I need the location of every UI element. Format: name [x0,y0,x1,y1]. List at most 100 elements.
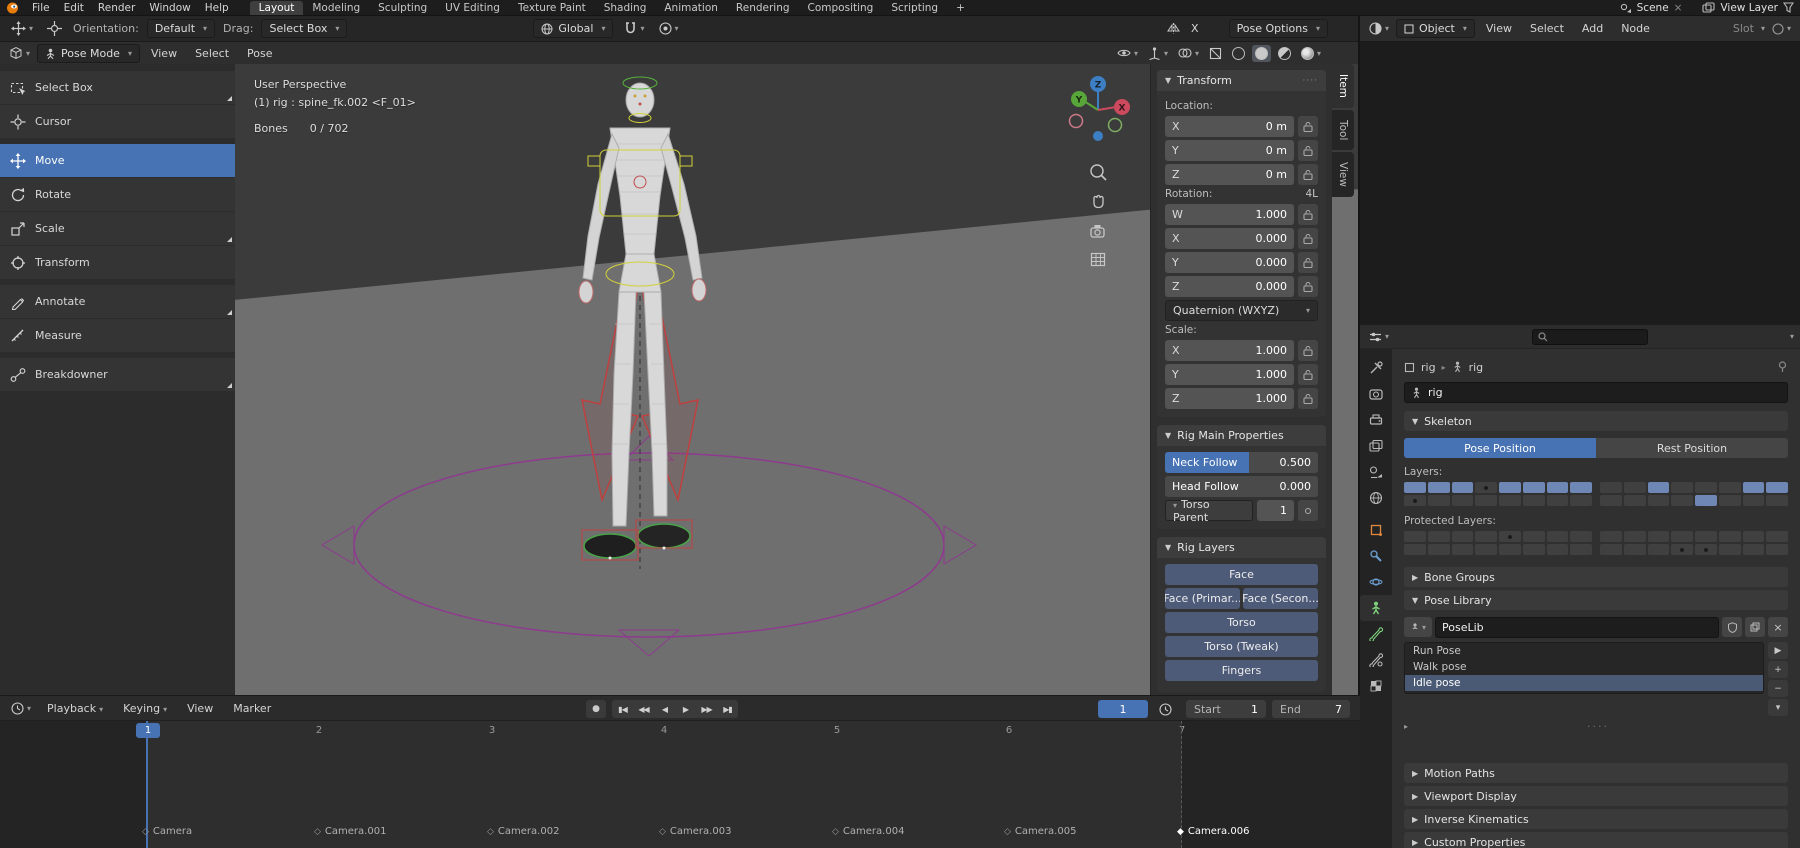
shader-pin-sphere-icon[interactable]: ▾ [1769,19,1794,38]
layer-toggle[interactable] [1404,544,1426,555]
layer-toggle[interactable] [1695,482,1717,493]
tool-move[interactable]: Move [0,144,235,177]
zoom-gizmo-icon[interactable] [1088,162,1110,184]
workspace-tab-uv-editing[interactable]: UV Editing [436,1,509,15]
sidebar-tab-view[interactable]: View [1332,152,1354,198]
viewport-display-panel-header[interactable]: ▶ Viewport Display [1404,786,1788,806]
rest-position-button[interactable]: Rest Position [1596,438,1788,458]
layer-toggle[interactable] [1623,544,1646,555]
workspace-tab-sculpting[interactable]: Sculpting [369,1,436,15]
navigation-gizmo[interactable]: Z Y X [1058,70,1138,150]
mirror-x-label[interactable]: X [1191,22,1199,35]
shading-solid-button[interactable] [1251,44,1271,62]
bone-groups-panel-header[interactable]: ▶ Bone Groups [1404,567,1788,587]
layer-toggle[interactable] [1570,544,1592,555]
layer-toggle[interactable] [1522,531,1545,542]
tab-output-icon[interactable] [1360,407,1392,433]
layer-toggle[interactable] [1766,544,1788,555]
shader-menu-select[interactable]: Select [1523,22,1571,35]
properties-search-input[interactable] [1531,328,1648,345]
auto-keying-record-button[interactable]: ● [586,700,606,718]
layer-toggle[interactable] [1600,495,1622,506]
breadcrumb-data[interactable]: rig [1469,361,1484,374]
tab-modifiers-icon[interactable] [1360,543,1392,569]
rig-layer-face-button[interactable]: Face [1165,564,1318,585]
layer-toggle[interactable] [1718,531,1741,542]
workspace-tab-layout[interactable]: Layout [249,0,304,15]
layer-toggle[interactable] [1546,495,1569,506]
lock-icon[interactable] [1298,116,1318,137]
shading-material-button[interactable] [1275,45,1294,62]
layer-toggle[interactable] [1570,482,1592,493]
shading-wireframe-button[interactable] [1229,45,1248,62]
layer-toggle[interactable] [1695,531,1717,542]
current-frame-tag[interactable]: 1 [136,723,160,738]
timeline-menu-keying[interactable]: Keying ▾ [116,702,174,715]
tab-object-data-armature-icon[interactable] [1360,595,1392,621]
layer-toggle[interactable] [1522,544,1545,555]
rotation-mode-dropdown[interactable]: Quaternion (WXYZ) ▾ [1165,300,1318,321]
lock-icon[interactable] [1298,140,1318,161]
panel-grip[interactable]: ···· [1303,76,1318,86]
scale-z-field[interactable]: Z 1.000 [1165,388,1294,409]
layer-toggle[interactable] [1427,531,1450,542]
layer-toggle[interactable] [1451,482,1474,493]
layer-toggle[interactable] [1647,544,1670,555]
tool-transform[interactable]: Transform [0,246,235,279]
location-x-field[interactable]: X0 m [1165,116,1294,137]
layer-toggle[interactable] [1623,495,1646,506]
layer-toggle[interactable] [1499,482,1521,493]
timeline-marker-selected[interactable]: ◆ Camera.006 [1177,826,1249,837]
layer-toggle[interactable] [1570,495,1592,506]
timeline-marker[interactable]: ◇ Camera.002 [487,826,559,837]
workspace-tab-animation[interactable]: Animation [655,1,727,15]
shader-menu-view[interactable]: View [1479,22,1519,35]
tool-scale[interactable]: Scale [0,212,235,245]
timeline-track-area[interactable]: 1 2 3 4 5 6 7 1 ◇Camera ◇Camera.001 ◇Cam… [0,721,1360,848]
next-keyframe-button[interactable]: ▶▶ [696,700,717,718]
layer-toggle[interactable] [1475,531,1497,542]
inverse-kinematics-panel-header[interactable]: ▶ Inverse Kinematics [1404,809,1788,829]
layer-toggle[interactable] [1451,531,1474,542]
editor-type-properties-icon[interactable]: ▾ [1366,327,1392,346]
jump-to-end-button[interactable]: ▶▮ [717,700,738,718]
tab-physics-icon[interactable] [1360,569,1392,595]
neck-follow-slider[interactable]: Neck Follow 0.500 [1165,452,1318,473]
menu-view[interactable]: View [144,47,184,60]
timeline-marker[interactable]: ◇ Camera [142,826,192,837]
scale-y-field[interactable]: Y 1.000 [1165,364,1294,385]
tab-view-layer-icon[interactable] [1360,433,1392,459]
layer-toggle[interactable] [1475,544,1497,555]
skeleton-panel-header[interactable]: ▼ Skeleton [1404,411,1788,431]
add-workspace-button[interactable]: + [947,1,974,15]
layer-toggle[interactable] [1695,544,1717,555]
torso-parent-value-field[interactable]: 1 [1257,500,1294,521]
layer-toggle[interactable] [1623,482,1646,493]
layer-toggle[interactable] [1404,531,1426,542]
breadcrumb-object[interactable]: rig [1421,361,1436,374]
overlays-dropdown-icon[interactable]: ▾ [1175,44,1202,63]
layer-toggle[interactable] [1546,531,1569,542]
drag-dropdown[interactable]: Select Box ▾ [261,19,348,38]
tool-cursor[interactable]: Cursor [0,105,235,138]
layer-toggle[interactable] [1600,531,1622,542]
play-button[interactable]: ▶ [675,700,696,718]
gizmos-dropdown-icon[interactable]: ▾ [1145,44,1171,63]
rig-layers-header[interactable]: ▼ Rig Layers [1157,537,1326,558]
xray-toggle-icon[interactable] [1206,44,1225,63]
layer-toggle[interactable] [1742,495,1765,506]
scene-selector[interactable]: Scene [1637,2,1669,14]
layer-toggle[interactable] [1499,531,1521,542]
pose-remove-button[interactable]: − [1768,680,1788,697]
menu-help[interactable]: Help [198,2,236,14]
layer-toggle[interactable] [1695,495,1717,506]
workspace-tab-scripting[interactable]: Scripting [882,1,947,15]
rig-layer-torso-tweak-button[interactable]: Torso (Tweak) [1165,636,1318,657]
timeline-marker[interactable]: ◇ Camera.003 [659,826,731,837]
layer-toggle[interactable] [1766,531,1788,542]
workspace-tab-shading[interactable]: Shading [595,1,656,15]
shader-slot-label[interactable]: Slot [1733,22,1754,35]
orientation-dropdown[interactable]: Default ▾ [146,19,216,38]
pose-apply-button[interactable]: ▶ [1768,642,1788,659]
shader-menu-node[interactable]: Node [1614,22,1657,35]
